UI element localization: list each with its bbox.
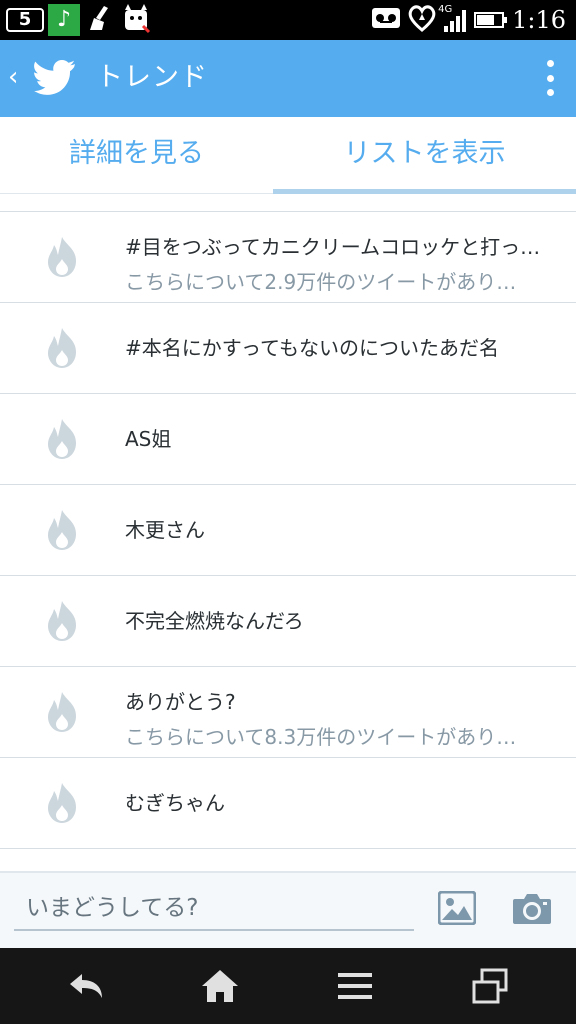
page-title: トレンド (96, 62, 208, 93)
trend-title: #目をつぶってカニクリームコロッケと打っ… (125, 235, 541, 259)
signal-icon: 4G (438, 4, 467, 32)
trend-text: 木更さん (125, 485, 555, 575)
trend-text: AS姐 (125, 394, 555, 484)
flame-icon (48, 419, 76, 459)
trend-title: #本名にかすってもないのについたあだ名 (125, 336, 499, 360)
trend-title: 不完全燃焼なんだろ (125, 609, 304, 633)
heart-icon (408, 4, 436, 36)
clock: 1:16 (512, 6, 566, 34)
photo-icon[interactable] (438, 891, 476, 925)
overflow-menu-icon[interactable] (544, 60, 556, 96)
recent-apps-icon[interactable] (470, 966, 510, 1006)
camera-icon[interactable] (512, 891, 552, 925)
flame-icon (48, 692, 76, 732)
trend-subtitle: こちらについて2.9万件のツイートがあり… (125, 270, 517, 294)
trend-text: むぎちゃん (125, 758, 555, 848)
back-icon[interactable] (66, 966, 106, 1006)
compose-bar (0, 871, 576, 950)
music-icon: ♪ (48, 4, 80, 36)
trend-item-5[interactable]: 不完全燃焼なんだろ (0, 575, 576, 666)
status-bar: 5 ♪ 4G 1:16 (0, 0, 576, 40)
trend-title: むぎちゃん (125, 791, 225, 815)
cleaner-icon (84, 4, 116, 36)
trend-item-1[interactable]: #目をつぶってカニクリームコロッケと打っ… こちらについて2.9万件のツイートが… (0, 211, 576, 302)
tab-selected-indicator (273, 189, 576, 194)
trend-text: #本名にかすってもないのについたあだ名 (125, 303, 555, 393)
trend-text: #目をつぶってカニクリームコロッケと打っ… こちらについて2.9万件のツイートが… (125, 231, 555, 295)
compose-input[interactable] (14, 887, 414, 931)
tab-details[interactable]: 詳細を見る (0, 117, 273, 193)
trend-item-2[interactable]: #本名にかすってもないのについたあだ名 (0, 302, 576, 393)
flame-icon (48, 510, 76, 550)
trend-title: 木更さん (125, 518, 205, 542)
flame-icon (48, 601, 76, 641)
tab-bar: 詳細を見る リストを表示 (0, 117, 576, 194)
battery-charging-icon (474, 12, 508, 28)
notification-count-icon: 5 (6, 8, 44, 32)
trend-item-4[interactable]: 木更さん (0, 484, 576, 575)
dog-app-icon (120, 4, 152, 36)
voicemail-icon (372, 8, 401, 32)
trend-text: ありがとう? こちらについて8.3万件のツイートがあり… (125, 686, 555, 750)
trend-text: 不完全燃焼なんだろ (125, 576, 555, 666)
battery-level (477, 15, 495, 25)
twitter-bird-icon[interactable] (34, 60, 76, 96)
trend-title: AS姐 (125, 427, 172, 451)
flame-icon (48, 783, 76, 823)
network-type: 4G (438, 4, 453, 15)
flame-icon (48, 328, 76, 368)
tab-list[interactable]: リストを表示 (273, 117, 576, 193)
back-chevron-icon[interactable]: ‹ (8, 60, 18, 94)
trend-item-3[interactable]: AS姐 (0, 393, 576, 484)
trend-item-6[interactable]: ありがとう? こちらについて8.3万件のツイートがあり… (0, 666, 576, 757)
trend-subtitle: こちらについて8.3万件のツイートがあり… (125, 725, 517, 749)
trend-title: ありがとう? (125, 690, 236, 714)
trend-item-7[interactable]: むぎちゃん (0, 757, 576, 849)
trend-list: #目をつぶってカニクリームコロッケと打っ… こちらについて2.9万件のツイートが… (0, 211, 576, 849)
menu-icon[interactable] (335, 966, 375, 1006)
home-icon[interactable] (200, 966, 240, 1006)
action-bar: ‹ トレンド (0, 40, 576, 117)
navigation-bar (0, 948, 576, 1024)
flame-icon (48, 237, 76, 277)
